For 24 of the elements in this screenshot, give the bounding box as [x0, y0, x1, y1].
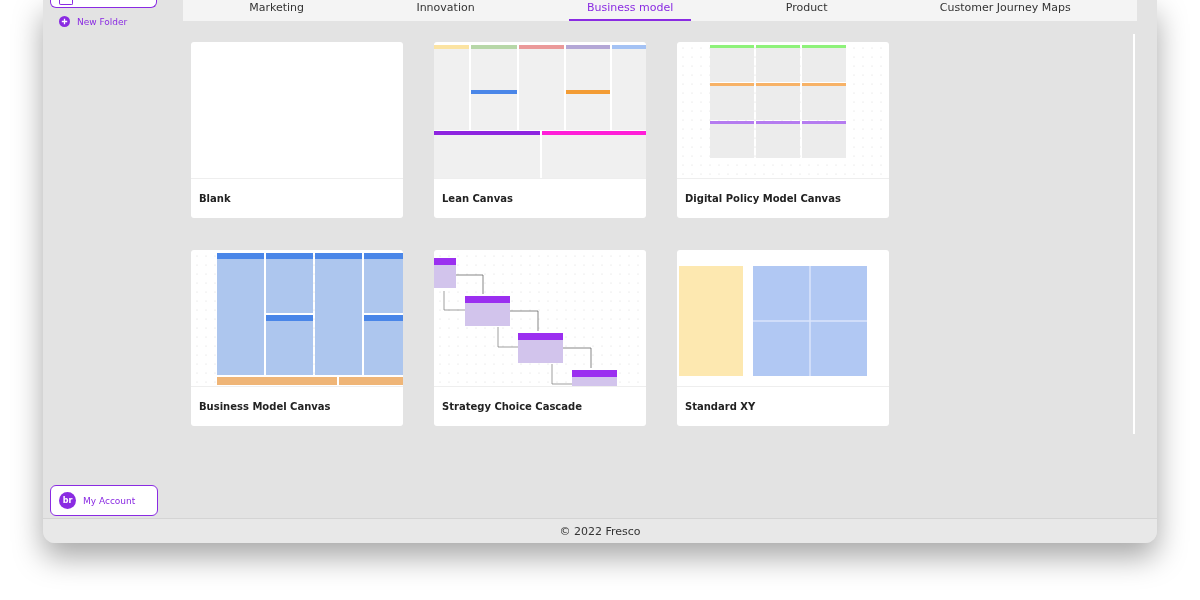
template-name: Blank: [198, 192, 232, 204]
template-card[interactable]: Blank: [191, 42, 403, 218]
category-tab[interactable]: Business model: [569, 0, 692, 21]
template-name: Strategy Choice Cascade: [441, 400, 583, 412]
template-name: Lean Canvas: [441, 192, 514, 204]
sidebar-button[interactable]: [50, 0, 157, 8]
template-card[interactable]: Strategy Choice Cascade: [434, 250, 646, 426]
footer-copyright: © 2022 Fresco: [43, 518, 1157, 543]
plus-circle-icon[interactable]: [59, 16, 70, 27]
template-name: Business Model Canvas: [198, 400, 332, 412]
template-card[interactable]: Business Model Canvas: [191, 250, 403, 426]
category-tab[interactable]: Customer Journey Maps: [921, 0, 1089, 21]
template-name: Digital Policy Model Canvas: [684, 192, 842, 204]
category-tab[interactable]: Marketing: [231, 0, 322, 21]
template-name: Standard XY: [684, 400, 757, 412]
my-account-button[interactable]: br My Account: [50, 485, 158, 516]
template-card[interactable]: Digital Policy Model Canvas: [677, 42, 889, 218]
category-tab[interactable]: Innovation: [398, 0, 493, 21]
template-card[interactable]: Standard XY: [677, 250, 889, 426]
avatar-initials: br: [59, 492, 76, 509]
category-tab[interactable]: Product: [767, 0, 846, 21]
template-card[interactable]: Lean Canvas: [434, 42, 646, 218]
new-folder-link[interactable]: New Folder: [77, 16, 128, 27]
folder-icon: [59, 0, 73, 5]
